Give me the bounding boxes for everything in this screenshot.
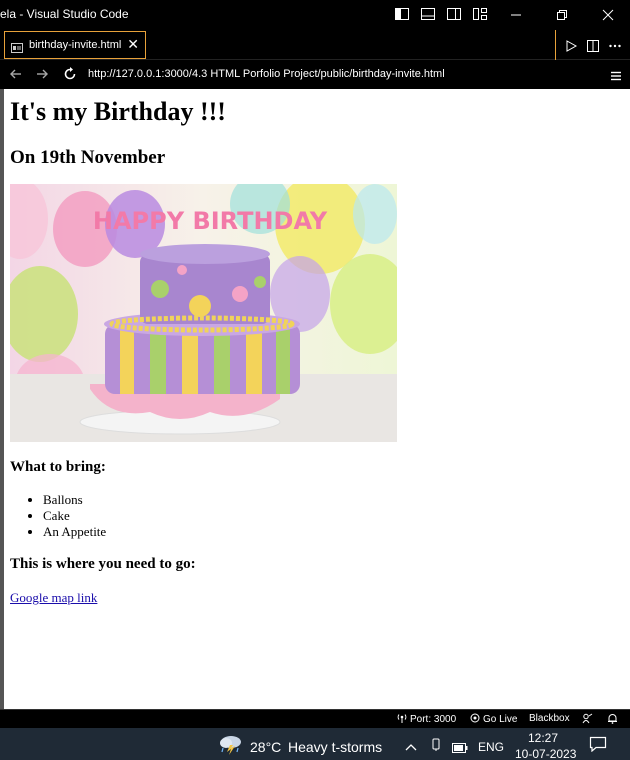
browser-toolbar: http://127.0.0.1:3000/4.3 HTML Porfolio …	[0, 60, 630, 88]
preview-icon	[11, 39, 23, 53]
toggle-primary-sidebar-icon[interactable]	[394, 6, 410, 22]
tab-label: birthday-invite.html	[29, 39, 122, 51]
go-live-button[interactable]: Go Live	[470, 713, 517, 726]
window-title: ela - Visual Studio Code	[0, 7, 129, 21]
live-server-port[interactable]: Port: 3000	[397, 713, 456, 726]
antenna-icon	[397, 713, 407, 726]
bring-list: Ballons Cake An Appetite	[43, 492, 106, 540]
feedback-icon[interactable]	[582, 713, 593, 724]
windows-taskbar: 28°C Heavy t-storms ENG 12:27 10-07-2023	[0, 728, 630, 760]
toggle-panel-icon[interactable]	[420, 6, 436, 22]
location-heading: This is where you need to go:	[10, 556, 196, 572]
birthday-cake-image: HAPPY BIRTHDAY	[10, 184, 397, 442]
browser-menu-icon[interactable]	[610, 67, 622, 81]
google-map-link[interactable]: Google map link	[10, 590, 97, 606]
list-item: Ballons	[43, 492, 106, 508]
status-bar: Port: 3000 Go Live Blackbox	[0, 709, 630, 727]
weather-temperature[interactable]: 28°C	[250, 739, 281, 755]
close-tab-icon[interactable]: ✕	[127, 37, 139, 53]
customize-layout-icon[interactable]	[472, 6, 488, 22]
battery-icon[interactable]	[452, 740, 468, 758]
back-icon[interactable]	[8, 66, 24, 82]
reload-icon[interactable]	[62, 66, 78, 82]
notification-center-icon[interactable]	[589, 736, 607, 757]
forward-icon[interactable]	[34, 66, 50, 82]
notifications-icon[interactable]	[607, 713, 618, 724]
address-bar[interactable]: http://127.0.0.1:3000/4.3 HTML Porfolio …	[88, 68, 445, 80]
weather-condition[interactable]: Heavy t-storms	[288, 739, 382, 755]
restore-button[interactable]	[550, 4, 574, 26]
cake-banner: HAPPY BIRTHDAY	[93, 207, 328, 235]
split-editor-icon[interactable]	[586, 38, 600, 52]
chevron-up-icon[interactable]	[405, 739, 417, 757]
toggle-secondary-sidebar-icon[interactable]	[446, 6, 462, 22]
blackbox-status[interactable]: Blackbox	[529, 713, 570, 724]
list-item: An Appetite	[43, 524, 106, 540]
tab-bar: birthday-invite.html ✕	[0, 30, 630, 60]
minimize-button[interactable]	[504, 4, 528, 26]
close-window-button[interactable]	[596, 4, 620, 26]
run-icon[interactable]	[564, 38, 578, 52]
broadcast-icon	[470, 713, 480, 726]
editor-actions	[555, 30, 630, 60]
more-actions-icon[interactable]	[608, 38, 622, 52]
bring-heading: What to bring:	[10, 459, 106, 475]
tab-birthday-invite[interactable]: birthday-invite.html ✕	[4, 31, 146, 59]
page-viewport: It's my Birthday !!! On 19th November HA…	[4, 89, 630, 709]
list-item: Cake	[43, 508, 106, 524]
language-indicator[interactable]: ENG	[478, 740, 504, 754]
clock-time[interactable]: 12:27	[528, 731, 558, 745]
devices-icon[interactable]	[430, 738, 442, 757]
clock-date[interactable]: 10-07-2023	[515, 747, 576, 760]
page-title: It's my Birthday !!!	[10, 97, 226, 126]
event-date: On 19th November	[10, 147, 166, 168]
title-bar: ela - Visual Studio Code	[0, 0, 630, 30]
storm-cloud-icon	[218, 733, 244, 760]
